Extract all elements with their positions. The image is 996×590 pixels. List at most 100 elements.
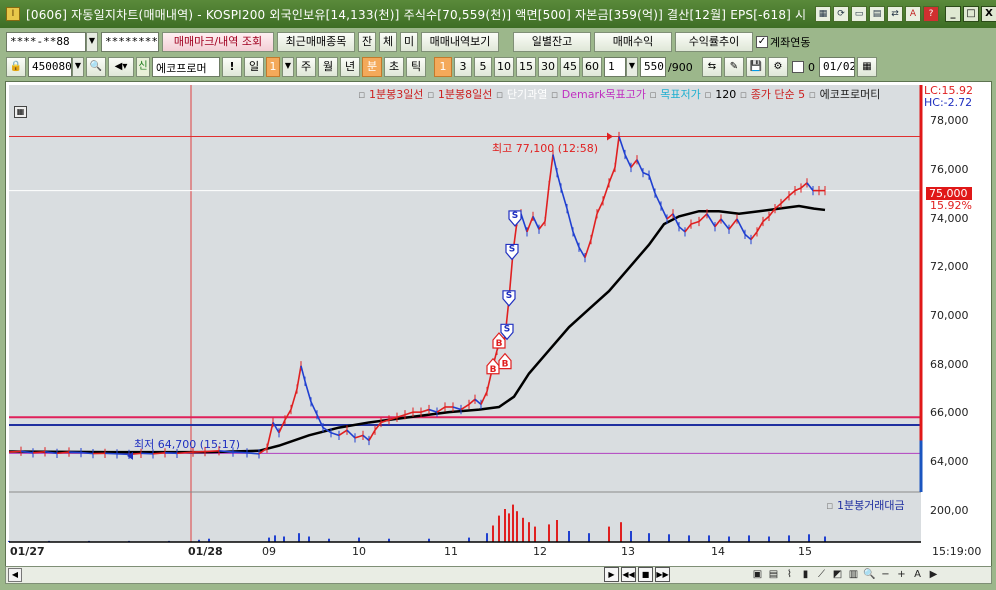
alert-button[interactable]: ! — [222, 57, 242, 77]
period-minute-button[interactable]: 분 — [362, 57, 382, 77]
x-hour-label: 10 — [352, 545, 366, 558]
fast-forward-icon[interactable]: ▶▶ — [655, 567, 670, 582]
stock-code-input[interactable]: 450080 — [28, 57, 72, 77]
interval-15-button[interactable]: 15 — [516, 57, 536, 77]
price-segment — [232, 451, 248, 454]
period-tick-button[interactable]: 틱 — [406, 57, 426, 77]
bars-display-input[interactable]: 550 — [640, 57, 666, 77]
y-tick-label: 66,000 — [930, 406, 969, 419]
minimize-button[interactable]: _ — [945, 6, 961, 22]
volume-bar — [516, 511, 518, 542]
trade-history-button[interactable]: 매매내역보기 — [421, 32, 499, 52]
chevron-down-icon[interactable]: ▼ — [626, 57, 638, 77]
legend-item-stock: 에코프로머티 — [819, 88, 881, 101]
interval-30-button[interactable]: 30 — [538, 57, 558, 77]
period-year-button[interactable]: 년 — [340, 57, 360, 77]
chart-candle-icon[interactable]: ▥ — [846, 567, 861, 582]
account-link-toggle[interactable]: ✓ 계좌연동 — [756, 34, 810, 50]
interval-45-button[interactable]: 45 — [560, 57, 580, 77]
price-segment — [474, 398, 482, 406]
chevron-down-icon[interactable]: ▼ — [86, 32, 98, 52]
recent-trades-button[interactable]: 최근매매종목 — [277, 32, 355, 52]
calendar-icon[interactable]: ▦ — [857, 57, 877, 77]
price-segment — [618, 136, 626, 155]
window-icon[interactable]: ▭ — [851, 6, 867, 22]
font-icon[interactable]: A — [905, 6, 921, 22]
minus-icon[interactable]: − — [878, 567, 893, 582]
plus-icon[interactable]: + — [894, 567, 909, 582]
chart-area[interactable]: BBBSSSS ▫ 1분봉3일선 ▫ 1분봉8일선 ▫ 단기과열 ▫ Demar… — [5, 81, 992, 568]
account-select[interactable]: ****-**88 ▼ — [6, 32, 98, 52]
price-segment — [806, 182, 814, 192]
password-input[interactable]: ******** — [101, 32, 159, 52]
font-size-icon[interactable]: A — [910, 567, 925, 582]
interval-1-button[interactable]: 1 — [434, 57, 452, 77]
refresh-icon[interactable]: ⟳ — [833, 6, 849, 22]
unexecuted-tab-button[interactable]: 미 — [400, 32, 418, 52]
interval-5-button[interactable]: 5 — [474, 57, 492, 77]
search-icon[interactable]: 🔍 — [86, 57, 106, 77]
count-input[interactable]: 1 — [604, 57, 626, 77]
price-segment — [720, 218, 730, 230]
executed-tab-button[interactable]: 체 — [379, 32, 397, 52]
settings-icon[interactable]: ⚙ — [768, 57, 788, 77]
chart-split-icon[interactable]: ▤ — [766, 567, 781, 582]
account-input[interactable]: ****-**88 — [6, 32, 86, 52]
interval-10-button[interactable]: 10 — [494, 57, 514, 77]
chart-bars-icon[interactable]: ▮ — [798, 567, 813, 582]
transfer-icon[interactable]: ⇆ — [702, 57, 722, 77]
date-checkbox[interactable] — [792, 61, 804, 73]
balance-tab-button[interactable]: 잔 — [358, 32, 376, 52]
period-day-button[interactable]: 일 — [244, 57, 264, 77]
tools-icon[interactable]: ✎ — [724, 57, 744, 77]
trade-profit-button[interactable]: 매매수익 — [594, 32, 672, 52]
interval-60-button[interactable]: 60 — [582, 57, 602, 77]
period-week-button[interactable]: 주 — [296, 57, 316, 77]
lock-icon[interactable]: 🔒 — [6, 57, 26, 77]
chart-area-icon[interactable]: ◩ — [830, 567, 845, 582]
maximize-button[interactable]: □ — [963, 6, 979, 22]
volume-bar — [308, 536, 310, 542]
volume-bar — [688, 535, 690, 542]
volume-bar — [568, 531, 570, 542]
price-segment — [436, 406, 446, 413]
rewind-icon[interactable]: ◀◀ — [621, 567, 636, 582]
window-controls: _ □ X — [945, 6, 996, 22]
link-icon[interactable]: ⇄ — [887, 6, 903, 22]
x-date-label: 01/27 — [10, 545, 45, 558]
return-trend-button[interactable]: 수익률추이 — [675, 32, 753, 52]
period-day-value[interactable]: 1 — [266, 57, 280, 77]
daily-balance-button[interactable]: 일별잔고 — [513, 32, 591, 52]
price-segment — [404, 411, 414, 416]
play-icon[interactable]: ▶ — [604, 567, 619, 582]
help-icon[interactable]: ? — [923, 6, 939, 22]
scroll-left-icon[interactable]: ◀ — [8, 568, 22, 582]
chart-layout-icon[interactable]: ▣ — [750, 567, 765, 582]
price-segment — [538, 221, 546, 230]
chevron-down-icon[interactable]: ▼ — [282, 57, 294, 77]
period-second-button[interactable]: 초 — [384, 57, 404, 77]
volume-bar — [708, 535, 710, 542]
period-month-button[interactable]: 월 — [318, 57, 338, 77]
zoom-in-icon[interactable]: 🔍 — [862, 567, 877, 582]
stock-name-field: 에코프로머 — [152, 57, 220, 77]
stop-icon[interactable]: ■ — [638, 567, 653, 582]
speaker-icon[interactable]: ◀▾ — [108, 57, 134, 77]
chart-line-icon[interactable]: ⟋ — [814, 567, 829, 582]
stock-code-select[interactable]: 450080 ▼ — [28, 57, 84, 77]
close-button[interactable]: X — [981, 6, 996, 22]
save-icon[interactable]: 💾 — [746, 57, 766, 77]
price-segment — [468, 398, 476, 406]
count-select[interactable]: 1 ▼ — [604, 57, 638, 77]
table-icon[interactable]: ▦ — [14, 106, 27, 118]
account-link-checkbox[interactable]: ✓ — [756, 36, 768, 48]
scroll-right-icon[interactable]: ▶ — [926, 567, 941, 582]
trade-mark-button[interactable]: 매매마크/내역 조회 — [162, 32, 274, 52]
interval-3-button[interactable]: 3 — [454, 57, 472, 77]
grid-icon[interactable]: ▦ — [815, 6, 831, 22]
layout-icon[interactable]: ▤ — [869, 6, 885, 22]
date-input[interactable]: 01/02 — [819, 57, 855, 77]
chart-pattern-icon[interactable]: ⌇ — [782, 567, 797, 582]
chevron-down-icon[interactable]: ▼ — [72, 57, 84, 77]
price-segment — [800, 182, 808, 189]
